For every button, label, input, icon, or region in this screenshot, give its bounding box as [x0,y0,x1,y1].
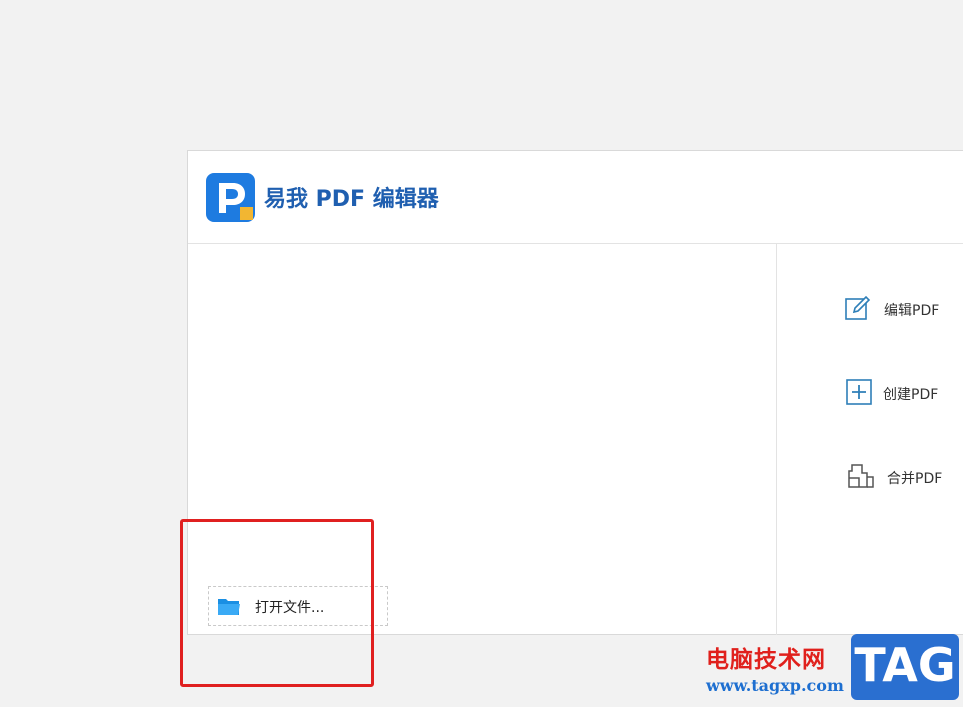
app-title: 易我 PDF 编辑器 [264,187,439,212]
watermark-url: www.tagxp.com [706,676,844,695]
watermark-site-name: 电脑技术网 [706,647,826,673]
edit-pdf-button[interactable]: 编辑PDF [844,294,954,326]
watermark-badge: TAG [851,634,959,700]
panel-divider [776,244,777,635]
merge-pdf-icon [848,464,874,488]
watermark-badge-text: TAG [854,638,956,692]
edit-pdf-label: 编辑PDF [884,303,940,319]
edit-pdf-icon [845,295,871,320]
create-pdf-icon [846,379,872,405]
merge-pdf-label: 合并PDF [887,471,943,487]
app-logo-icon [206,173,255,222]
create-pdf-label: 创建PDF [883,387,939,403]
merge-pdf-button[interactable]: 合并PDF [847,462,957,494]
create-pdf-button[interactable]: 创建PDF [845,378,955,410]
app-header: 易我 PDF 编辑器 [188,151,963,244]
red-highlight-box [180,519,374,687]
